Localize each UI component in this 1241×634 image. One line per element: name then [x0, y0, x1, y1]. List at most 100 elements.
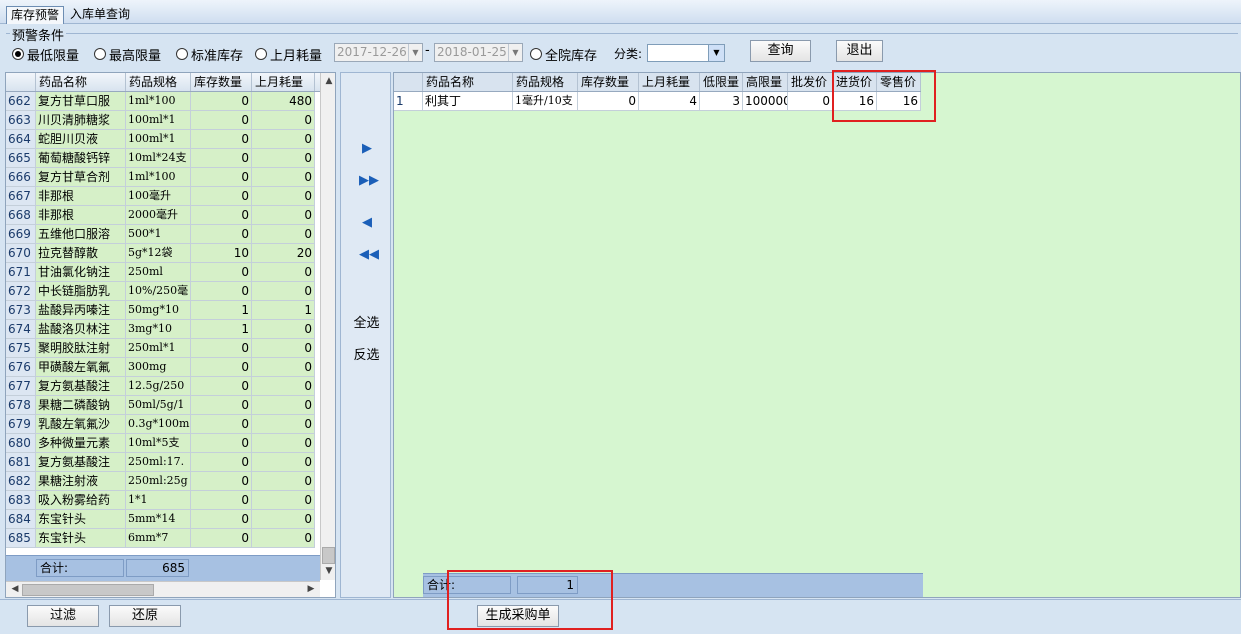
radio-last-month-usage[interactable]: 上月耗量: [255, 46, 323, 64]
row-number: 670: [6, 244, 36, 263]
move-all-right-icon[interactable]: ▶▶: [359, 173, 379, 189]
stock-qty-cell: 0: [191, 491, 252, 510]
table-row[interactable]: 672 中长链脂肪乳 10%/250毫 0 0: [6, 282, 315, 301]
last-month-usage-cell: 0: [252, 396, 315, 415]
radio-min-limit[interactable]: 最低限量: [12, 46, 79, 64]
table-row[interactable]: 662 复方甘草口服 1ml*100 0 480: [6, 92, 315, 111]
header-drug-spec[interactable]: 药品规格: [513, 73, 578, 91]
stock-qty-cell: 1: [191, 301, 252, 320]
table-row[interactable]: 680 多种微量元素 10ml*5支 0 0: [6, 434, 315, 453]
header-last-month-usage[interactable]: 上月耗量: [252, 73, 315, 91]
radio-standard-stock[interactable]: 标准库存: [176, 46, 243, 64]
stock-qty-cell: 0: [578, 92, 639, 111]
left-vertical-scrollbar[interactable]: ▲ ▼: [320, 73, 335, 580]
drug-name-cell: 东宝针头: [36, 529, 126, 548]
table-row[interactable]: 682 果糖注射液 250ml:25g 0 0: [6, 472, 315, 491]
table-row[interactable]: 668 非那根 2000毫升 0 0: [6, 206, 315, 225]
drug-spec-cell: 1毫升/10支: [513, 92, 578, 111]
table-row[interactable]: 678 果糖二磷酸钠 50ml/5g/1 0 0: [6, 396, 315, 415]
generate-purchase-order-button[interactable]: 生成采购单: [477, 605, 559, 627]
chevron-left-icon[interactable]: ◀: [8, 584, 22, 594]
last-month-usage-cell: 0: [252, 263, 315, 282]
move-right-icon[interactable]: ▶: [359, 141, 375, 157]
drug-spec-cell: 5g*12袋: [126, 244, 191, 263]
table-row[interactable]: 674 盐酸洛贝林注 3mg*10 1 0: [6, 320, 315, 339]
table-row[interactable]: 665 葡萄糖酸钙锌 10ml*24支 0 0: [6, 149, 315, 168]
row-number: 674: [6, 320, 36, 339]
table-row[interactable]: 683 吸入粉雾给药 1*1 0 0: [6, 491, 315, 510]
select-all-button[interactable]: 全选: [341, 312, 392, 331]
stock-qty-cell: 0: [191, 130, 252, 149]
date-to-picker[interactable]: 2018-01-25 ▼: [434, 43, 523, 62]
table-row[interactable]: 667 非那根 100毫升 0 0: [6, 187, 315, 206]
move-all-left-icon[interactable]: ◀◀: [359, 247, 379, 263]
chevron-up-icon[interactable]: ▲: [322, 76, 335, 86]
drug-spec-cell: 10ml*5支: [126, 434, 191, 453]
tab-stock-warning[interactable]: 库存预警: [6, 6, 65, 24]
header-last-month-usage[interactable]: 上月耗量: [639, 73, 700, 91]
left-hscroll-thumb[interactable]: [22, 584, 154, 596]
header-purchase-price[interactable]: 进货价: [833, 73, 877, 91]
row-number: 667: [6, 187, 36, 206]
drug-name-cell: 复方氨基酸注: [36, 377, 126, 396]
header-drug-spec[interactable]: 药品规格: [126, 73, 191, 91]
table-row[interactable]: 685 东宝针头 6mm*7 0 0: [6, 529, 315, 548]
date-from-picker[interactable]: 2017-12-26 ▼: [334, 43, 423, 62]
header-stock-qty[interactable]: 库存数量: [191, 73, 252, 91]
move-left-icon[interactable]: ◀: [359, 215, 375, 231]
table-row[interactable]: 679 乳酸左氧氟沙 0.3g*100m 0 0: [6, 415, 315, 434]
table-row[interactable]: 663 川贝清肺糖浆 100ml*1 0 0: [6, 111, 315, 130]
drug-spec-cell: 50ml/5g/1: [126, 396, 191, 415]
stock-qty-cell: 0: [191, 282, 252, 301]
header-low-limit[interactable]: 低限量: [700, 73, 743, 91]
invert-selection-button[interactable]: 反选: [341, 344, 392, 363]
drug-name-cell: 葡萄糖酸钙锌: [36, 149, 126, 168]
restore-button[interactable]: 还原: [109, 605, 181, 627]
drug-name-cell: 中长链脂肪乳: [36, 282, 126, 301]
table-row[interactable]: 684 东宝针头 5mm*14 0 0: [6, 510, 315, 529]
header-wholesale-price[interactable]: 批发价: [788, 73, 833, 91]
table-row[interactable]: 681 复方氨基酸注 250ml:17. 0 0: [6, 453, 315, 472]
header-stock-qty[interactable]: 库存数量: [578, 73, 639, 91]
drug-spec-cell: 5mm*14: [126, 510, 191, 529]
table-row[interactable]: 671 甘油氯化钠注 250ml 0 0: [6, 263, 315, 282]
table-row[interactable]: 675 聚明胶肽注射 250ml*1 0 0: [6, 339, 315, 358]
low-limit-cell: 3: [700, 92, 743, 111]
left-vscroll-thumb[interactable]: [322, 547, 335, 564]
exit-button[interactable]: 退出: [836, 40, 883, 62]
chevron-right-icon[interactable]: ▶: [304, 584, 318, 594]
left-total-bar: 合计: 685: [6, 555, 320, 581]
chevron-down-icon[interactable]: ▼: [708, 45, 724, 61]
query-button[interactable]: 查询: [750, 40, 811, 62]
table-row[interactable]: 677 复方氨基酸注 12.5g/250 0 0: [6, 377, 315, 396]
table-row[interactable]: 1 利其丁 1毫升/10支 0 4 3 100000 0 16 16: [394, 92, 921, 111]
drug-spec-cell: 10%/250毫: [126, 282, 191, 301]
drug-spec-cell: 1ml*100: [126, 168, 191, 187]
tab-inbound-query[interactable]: 入库单查询: [66, 6, 134, 24]
last-month-usage-cell: 480: [252, 92, 315, 111]
table-row[interactable]: 673 盐酸异丙嗪注 50mg*10 1 1: [6, 301, 315, 320]
radio-last-month-usage-label: 上月耗量: [270, 48, 323, 64]
header-drug-name[interactable]: 药品名称: [36, 73, 126, 91]
radio-all-hospital-stock[interactable]: 全院库存: [530, 46, 597, 64]
header-drug-name[interactable]: 药品名称: [423, 73, 513, 91]
row-number: 685: [6, 529, 36, 548]
header-retail-price[interactable]: 零售价: [877, 73, 921, 91]
header-high-limit[interactable]: 高限量: [743, 73, 788, 91]
right-total-value: 1: [517, 576, 578, 594]
last-month-usage-cell: 20: [252, 244, 315, 263]
chevron-down-icon[interactable]: ▼: [508, 44, 522, 61]
table-row[interactable]: 666 复方甘草合剂 1ml*100 0 0: [6, 168, 315, 187]
table-row[interactable]: 670 拉克替醇散 5g*12袋 10 20: [6, 244, 315, 263]
stock-qty-cell: 0: [191, 187, 252, 206]
table-row[interactable]: 676 甲磺酸左氧氟 300mg 0 0: [6, 358, 315, 377]
left-horizontal-scrollbar[interactable]: ◀ ▶: [6, 581, 320, 597]
table-row[interactable]: 669 五维他口服溶 500*1 0 0: [6, 225, 315, 244]
table-row[interactable]: 664 蛇胆川贝液 100ml*1 0 0: [6, 130, 315, 149]
chevron-down-icon[interactable]: ▼: [322, 566, 335, 576]
row-number: 672: [6, 282, 36, 301]
category-select[interactable]: ▼: [647, 44, 725, 62]
radio-max-limit[interactable]: 最高限量: [94, 46, 161, 64]
filter-button[interactable]: 过滤: [27, 605, 99, 627]
chevron-down-icon[interactable]: ▼: [408, 44, 422, 61]
